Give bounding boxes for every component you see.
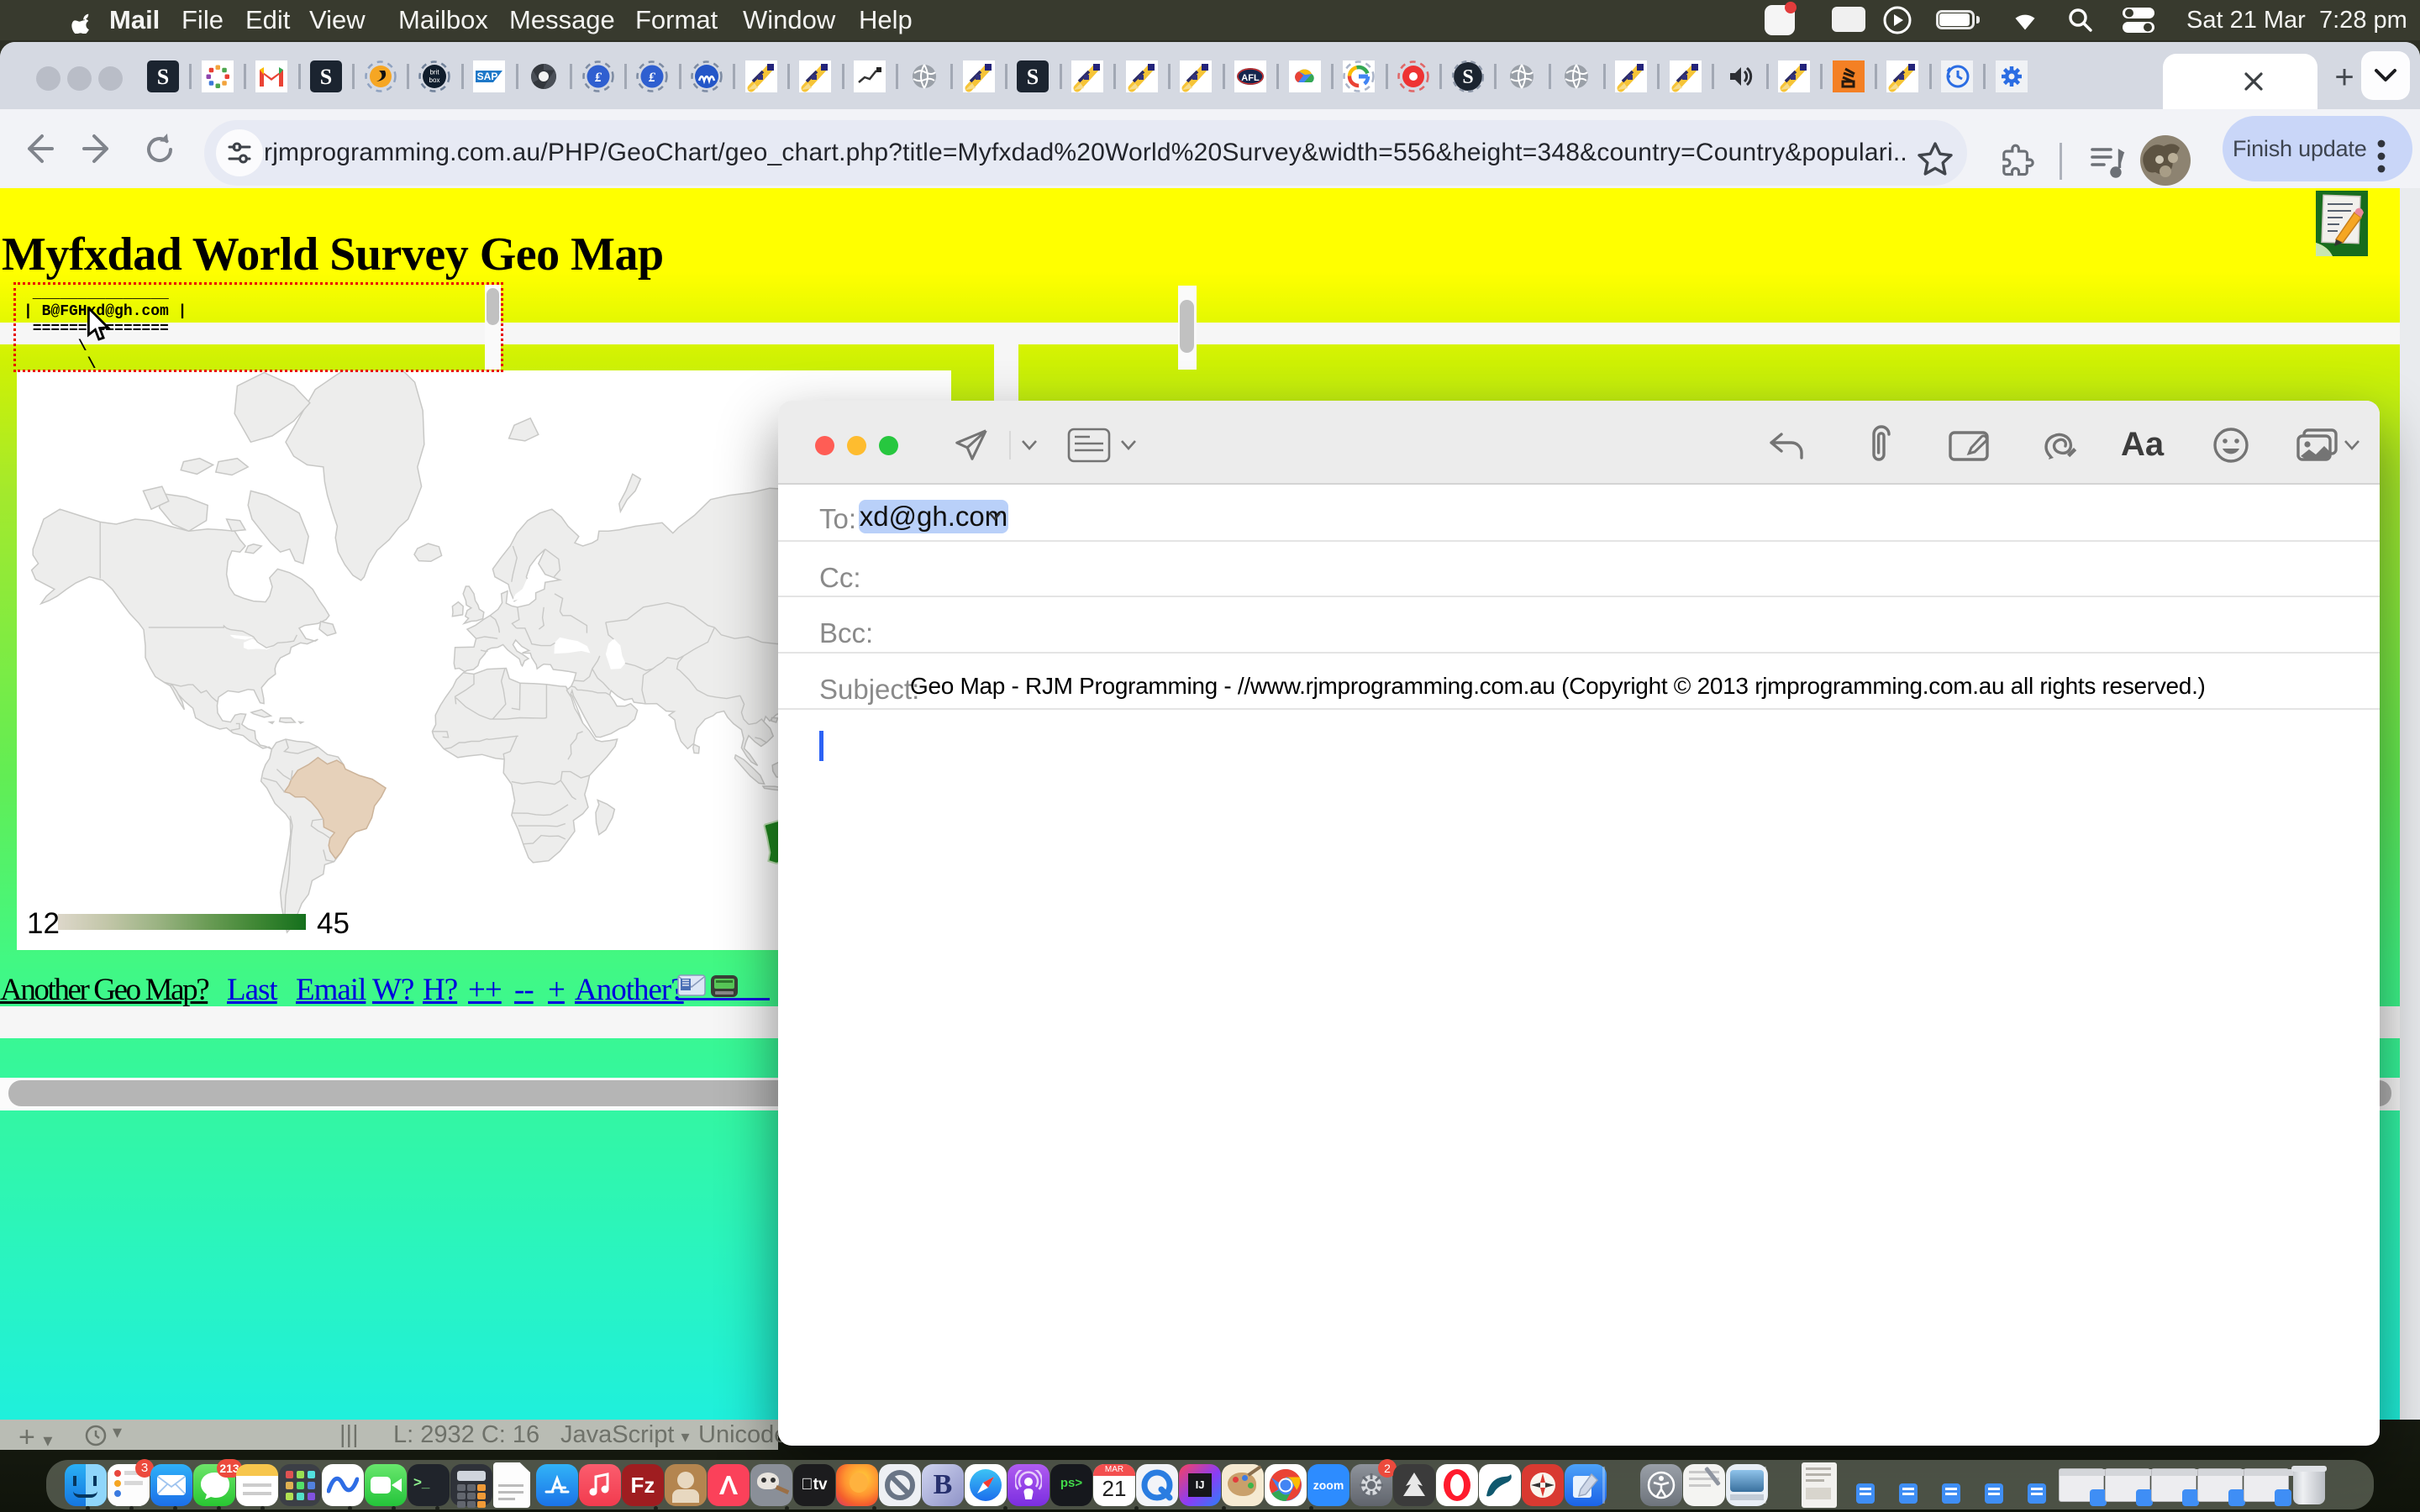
- svg-text:S: S: [157, 65, 169, 89]
- svg-text:AFL: AFL: [1241, 73, 1260, 83]
- svg-text:brit: brit: [429, 69, 439, 76]
- svg-text:box: box: [429, 76, 440, 84]
- svg-text:S: S: [320, 65, 332, 89]
- svg-text:S: S: [1027, 65, 1039, 89]
- svg-text:₤: ₤: [648, 71, 656, 85]
- svg-text:SAP: SAP: [477, 71, 498, 82]
- svg-text:₤: ₤: [594, 71, 602, 85]
- svg-text:S: S: [1462, 66, 1473, 88]
